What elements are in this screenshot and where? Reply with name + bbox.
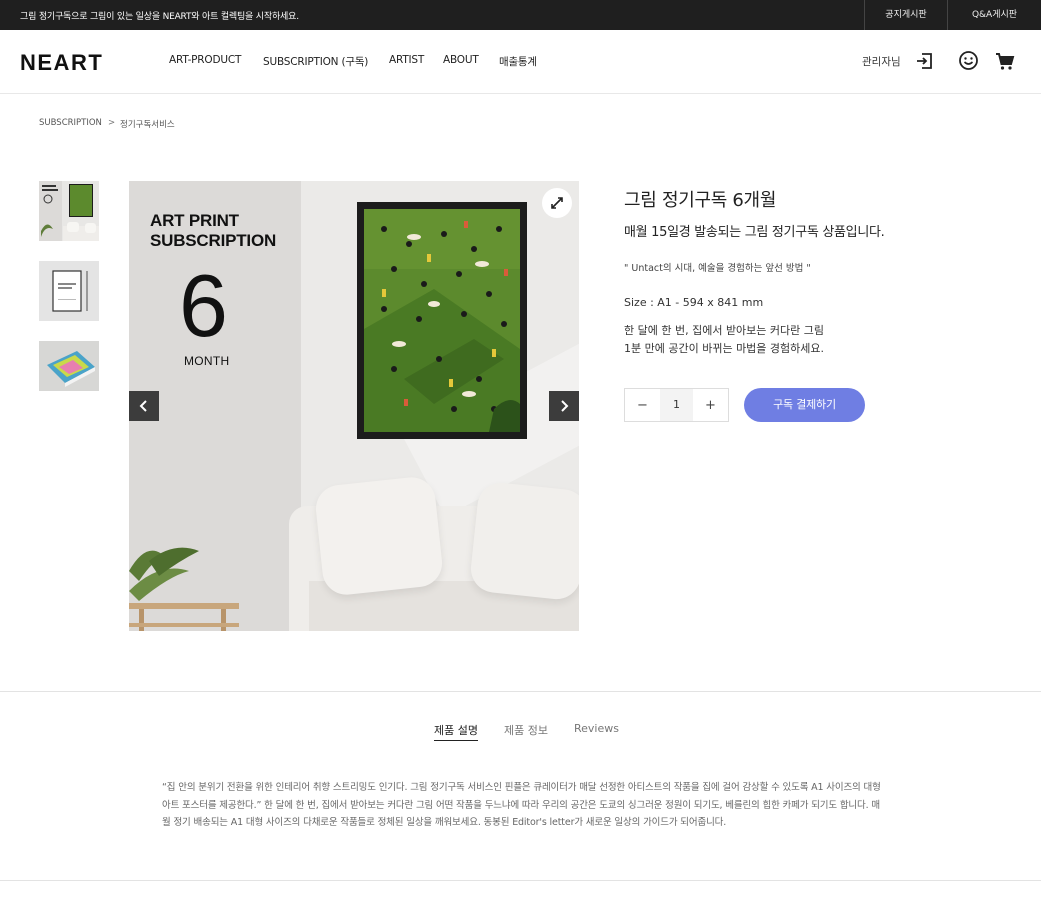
product-size: Size : A1 - 594 x 841 mm [624,296,764,309]
pillow-right [468,480,579,602]
expand-image-button[interactable] [542,188,572,218]
admin-user-label: 관리자님 [862,56,901,68]
poster-title: ART PRINT SUBSCRIPTION [150,211,276,251]
quantity-stepper: − + [624,388,729,422]
top-notice-text: 그림 정기구독으로 그림이 있는 일상을 NEART와 아트 컬렉팅을 시작하세… [20,12,299,22]
artwork-illustration [364,209,520,432]
site-logo[interactable]: NEART [20,50,103,76]
thumbnail-3[interactable] [39,341,99,391]
nav-subscription[interactable]: SUBSCRIPTION (구독) [263,54,368,69]
poster-month: MONTH [184,354,230,368]
tab-product-description[interactable]: 제품 설명 [434,722,478,741]
cart-icon[interactable] [994,50,1016,72]
thumbnail-2[interactable] [39,261,99,321]
poster-frame [357,202,527,439]
product-desc-line1: 한 달에 한 번, 집에서 받아보는 커다란 그림 [624,324,825,337]
nav-sales-stats[interactable]: 매출통계 [499,54,537,69]
expand-icon [551,197,563,209]
qna-board-link[interactable]: Q&A게시판 [947,0,1041,30]
nav-about[interactable]: ABOUT [443,54,479,66]
prev-image-button[interactable] [129,391,159,421]
site-header: NEART ART-PRODUCT SUBSCRIPTION (구독) ARTI… [0,30,1041,94]
breadcrumb-current[interactable]: 정기구독서비스 [120,118,175,130]
thumbnail-1[interactable] [39,181,99,241]
nav-artist[interactable]: ARTIST [389,54,424,66]
chevron-left-icon [139,400,147,412]
main-product-image: ART PRINT SUBSCRIPTION 6 MONTH [129,181,579,631]
divider-top [0,691,1041,692]
divider-bottom [0,880,1041,881]
breadcrumb-subscription[interactable]: SUBSCRIPTION [39,118,102,128]
thumbnail-poster-image [39,181,99,241]
subscribe-pay-button[interactable]: 구독 결제하기 [744,388,865,422]
quantity-increase-button[interactable]: + [693,389,728,421]
poster-number: 6 [179,256,228,355]
top-notice-bar: 그림 정기구독으로 그림이 있는 일상을 NEART와 아트 컬렉팅을 시작하세… [0,0,1041,30]
smile-icon[interactable] [958,50,979,71]
next-image-button[interactable] [549,391,579,421]
plant-and-table [129,547,239,631]
poster-title-line1: ART PRINT [150,211,239,230]
quantity-decrease-button[interactable]: − [625,389,660,421]
thumbnail-package-image [39,341,99,391]
tab-product-info[interactable]: 제품 정보 [504,722,548,738]
nav-art-product[interactable]: ART-PRODUCT [169,54,241,66]
tab-reviews[interactable]: Reviews [574,722,619,735]
pillow-left [313,475,445,597]
product-title: 그림 정기구독 6개월 [624,190,777,211]
poster-artwork [364,209,520,432]
product-description: 한 달에 한 번, 집에서 받아보는 커다란 그림 1분 만에 공간이 바뀌는 … [624,322,824,358]
product-desc-line2: 1분 만에 공간이 바뀌는 마법을 경험하세요. [624,342,825,355]
poster-title-line2: SUBSCRIPTION [150,231,277,250]
thumbnail-frame-image [39,261,99,321]
product-subtitle: 매월 15일경 발송되는 그림 정기구독 상품입니다. [624,225,885,240]
notice-board-link[interactable]: 공지게시판 [864,0,947,30]
product-quote: " Untact의 시대, 예술을 경험하는 앞선 방법 " [624,263,811,274]
login-icon[interactable] [915,51,935,71]
breadcrumb-separator: > [108,118,116,128]
product-long-description: “집 안의 분위기 전환을 위한 인테리어 취향 스트리밍도 인기다. 그림 정… [162,782,881,828]
chevron-right-icon [561,400,569,412]
quantity-input[interactable] [660,389,693,421]
